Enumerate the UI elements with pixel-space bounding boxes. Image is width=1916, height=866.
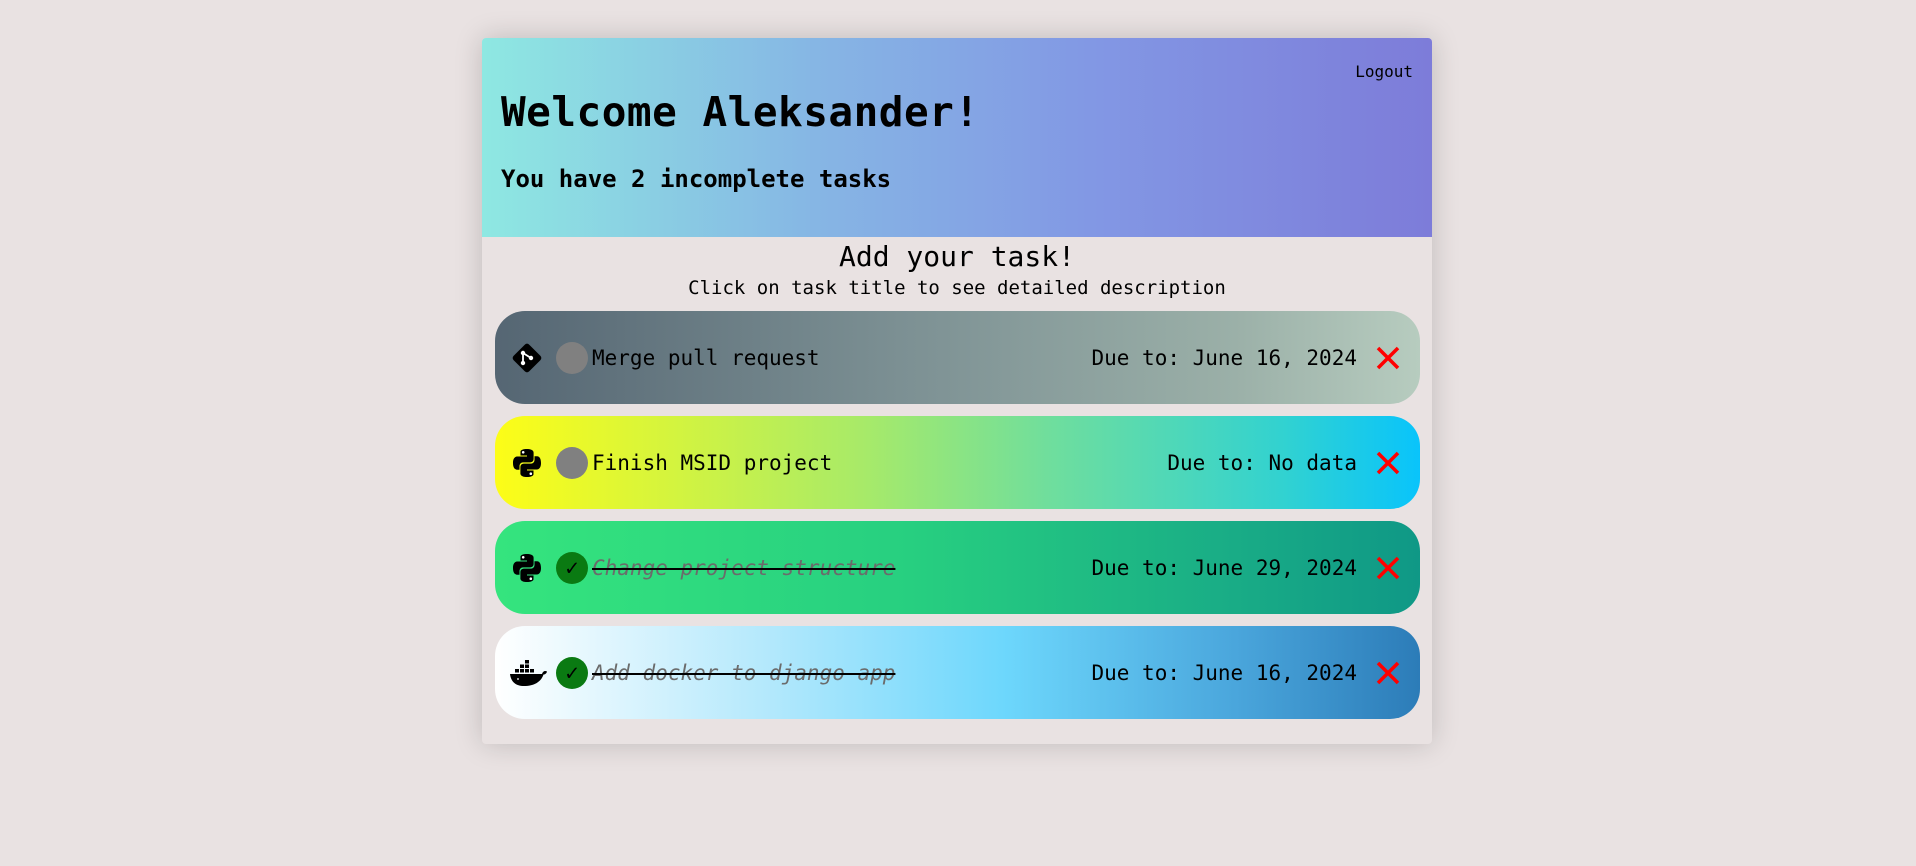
status-toggle[interactable]: ✓ <box>556 552 588 584</box>
task-title[interactable]: Add docker to django app <box>592 658 895 688</box>
python-icon <box>513 449 541 477</box>
task-item: Merge pull request Due to: June 16, 2024 <box>495 311 1420 404</box>
task-title[interactable]: Change project structure <box>592 553 895 583</box>
status-toggle[interactable] <box>556 447 588 479</box>
due-date: Due to: June 16, 2024 <box>1091 346 1357 370</box>
due-date: Due to: June 16, 2024 <box>1091 661 1357 685</box>
python-icon <box>513 554 541 582</box>
logout-link[interactable]: Logout <box>1355 62 1413 81</box>
task-item: ✓ Change project structure Due to: June … <box>495 521 1420 614</box>
delete-icon[interactable] <box>1374 659 1402 687</box>
status-toggle[interactable]: ✓ <box>556 657 588 689</box>
todo-card: Logout Welcome Aleksander! You have 2 in… <box>482 38 1432 744</box>
welcome-title: Welcome Aleksander! <box>501 88 980 136</box>
header: Logout Welcome Aleksander! You have 2 in… <box>482 38 1432 237</box>
status-toggle[interactable] <box>556 342 588 374</box>
due-date: Due to: June 29, 2024 <box>1091 556 1357 580</box>
delete-icon[interactable] <box>1374 554 1402 582</box>
task-title[interactable]: Merge pull request <box>592 343 820 373</box>
task-list: Merge pull request Due to: June 16, 2024… <box>495 311 1420 731</box>
incomplete-count: You have 2 incomplete tasks <box>501 165 892 193</box>
delete-icon[interactable] <box>1374 449 1402 477</box>
task-item: ✓ Add docker to django app Due to: June … <box>495 626 1420 719</box>
delete-icon[interactable] <box>1374 344 1402 372</box>
due-date: Due to: No data <box>1167 451 1357 475</box>
hint-text: Click on task title to see detailed desc… <box>688 277 1226 299</box>
docker-icon <box>510 660 547 686</box>
add-task-button[interactable]: Add your task! <box>482 239 1432 275</box>
git-icon <box>512 343 542 373</box>
task-item: Finish MSID project Due to: No data <box>495 416 1420 509</box>
task-title[interactable]: Finish MSID project <box>592 448 832 478</box>
